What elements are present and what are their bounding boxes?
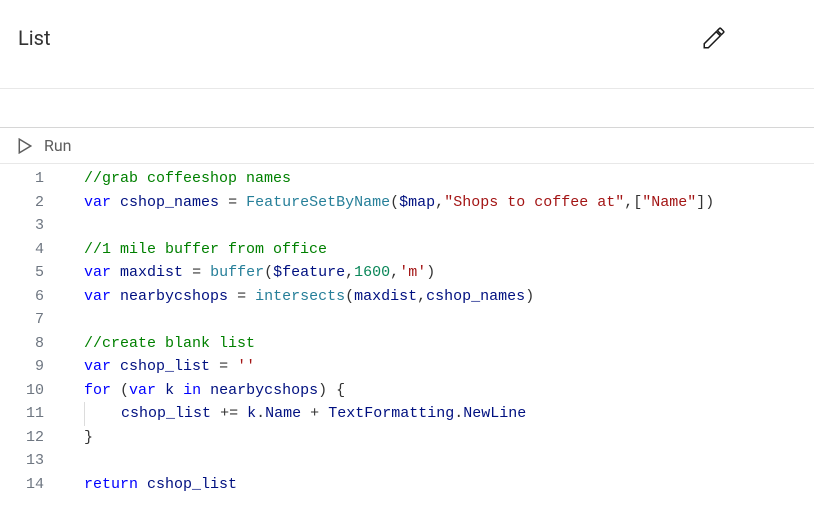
code-line[interactable]: //1 mile buffer from office [84, 238, 814, 262]
line-number: 3 [0, 214, 44, 238]
code-editor[interactable]: 1234567891011121314 //grab coffeeshop na… [0, 164, 814, 496]
code-line[interactable]: //grab coffeeshop names [84, 167, 814, 191]
pencil-icon [701, 25, 727, 51]
line-number: 8 [0, 332, 44, 356]
code-line[interactable] [84, 214, 814, 238]
line-number: 4 [0, 238, 44, 262]
code-line[interactable]: cshop_list += k.Name + TextFormatting.Ne… [84, 402, 814, 426]
code-line[interactable]: return cshop_list [84, 473, 814, 497]
code-line[interactable]: var maxdist = buffer($feature,1600,'m') [84, 261, 814, 285]
header-gap [0, 89, 814, 127]
line-number: 7 [0, 308, 44, 332]
play-icon [18, 138, 32, 154]
line-number: 1 [0, 167, 44, 191]
line-number: 14 [0, 473, 44, 497]
code-line[interactable] [84, 449, 814, 473]
line-number: 6 [0, 285, 44, 309]
line-number: 9 [0, 355, 44, 379]
line-number-gutter: 1234567891011121314 [0, 164, 62, 496]
line-number: 13 [0, 449, 44, 473]
line-number: 10 [0, 379, 44, 403]
code-line[interactable]: var nearbycshops = intersects(maxdist,cs… [84, 285, 814, 309]
toolbar: Run [0, 127, 814, 164]
run-label: Run [44, 136, 72, 155]
code-line[interactable]: var cshop_list = '' [84, 355, 814, 379]
code-content[interactable]: //grab coffeeshop namesvar cshop_names =… [62, 164, 814, 496]
run-button[interactable]: Run [18, 136, 72, 155]
page-title: List [18, 26, 51, 50]
line-number: 11 [0, 402, 44, 426]
line-number: 2 [0, 191, 44, 215]
header-bar: List [0, 0, 814, 89]
edit-button[interactable] [694, 18, 734, 58]
code-line[interactable] [84, 308, 814, 332]
code-line[interactable]: for (var k in nearbycshops) { [84, 379, 814, 403]
line-number: 12 [0, 426, 44, 450]
code-line[interactable]: //create blank list [84, 332, 814, 356]
line-number: 5 [0, 261, 44, 285]
code-line[interactable]: var cshop_names = FeatureSetByName($map,… [84, 191, 814, 215]
code-line[interactable]: } [84, 426, 814, 450]
